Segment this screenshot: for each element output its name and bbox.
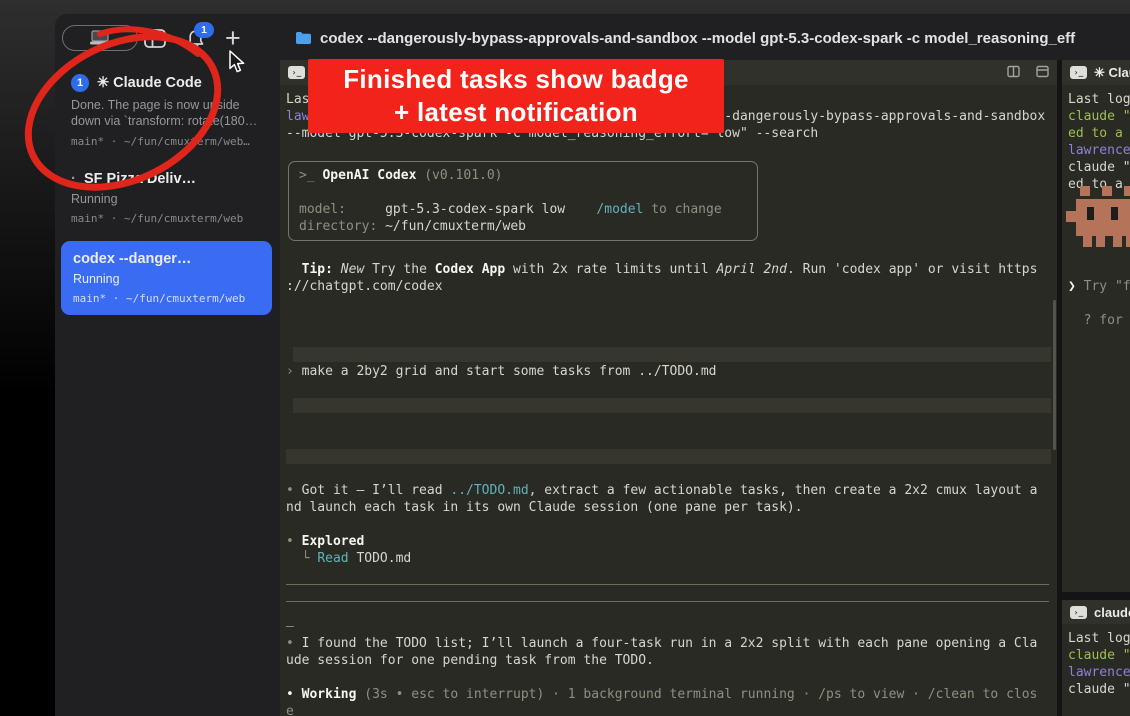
split-columns-icon <box>1007 65 1020 78</box>
notifications-button[interactable]: 1 <box>185 29 206 53</box>
window-title-group: codex --dangerously-bypass-approvals-and… <box>295 26 1130 50</box>
terminal-line: lawrencec <box>1068 142 1130 159</box>
right-bottom-terminal-output[interactable]: Last logiclaude "Alawrencecclaude "A <box>1062 624 1130 698</box>
terminal-line: ://chatgpt.com/codex <box>286 278 1057 295</box>
terminal-line <box>286 465 1057 482</box>
right-bottom-pane-header: ›_ claude <box>1062 600 1130 624</box>
terminal-line: ed to a l <box>1068 125 1130 142</box>
session-item-sf-pizza[interactable]: · SF Pizza Deliv… Running main* · ~/fun/… <box>57 164 278 231</box>
terminal-line: › make a 2by2 grid and start some tasks … <box>286 363 1057 380</box>
terminal-line: Tip: New Try the Codex App with 2x rate … <box>286 261 1057 278</box>
terminal-line: claude "A <box>1068 681 1130 698</box>
terminal-line <box>1068 261 1130 278</box>
terminal-line: ? for s <box>1068 312 1130 329</box>
terminal-line <box>286 414 1057 431</box>
main-terminal-output[interactable]: Laslaw -dangerously-bypass-approvals-and… <box>280 85 1057 716</box>
terminal-icon: ›_ <box>1070 606 1087 619</box>
terminal-line: model: gpt-5.3-codex-spark low /model to… <box>299 201 747 218</box>
terminal-line: Last logi <box>1068 91 1130 108</box>
session-status: Running <box>71 192 264 206</box>
sidebar-toggle-icon <box>144 29 166 48</box>
terminal-line: nd launch each task in its own Claude se… <box>286 499 1057 516</box>
terminal-separator <box>286 601 1049 618</box>
terminal-line: • I found the TODO list; I’ll launch a f… <box>286 635 1057 652</box>
terminal-line <box>286 567 1057 584</box>
terminal-line <box>286 142 1057 159</box>
session-meta: main* · ~/fun/cmuxterm/web <box>71 212 264 225</box>
window-title: codex --dangerously-bypass-approvals-and… <box>320 30 1075 47</box>
scrollbar-thumb[interactable] <box>1053 300 1056 450</box>
pane-title: ✳ Clau <box>1094 65 1130 81</box>
terminal-line <box>286 312 1057 329</box>
sidebar-toggle-button[interactable] <box>144 29 166 51</box>
session-title: ✳ Claude Code <box>97 75 202 91</box>
session-meta: main* · ~/fun/cmuxterm/web… <box>71 135 264 148</box>
terminal-line: directory: ~/fun/cmuxterm/web <box>299 218 747 235</box>
right-pane-column: ›_ ✳ Clau Last logiclaude "Wed to a llaw… <box>1062 60 1130 716</box>
right-bottom-terminal-pane: ›_ claude Last logiclaude "Alawrenceccla… <box>1062 600 1130 716</box>
session-title: SF Pizza Deliv… <box>84 171 196 187</box>
session-item-claude-code[interactable]: 1 ✳ Claude Code Done. The page is now up… <box>57 68 278 154</box>
terminal-line <box>1068 295 1130 312</box>
annotation-banner-line2: + latest notification <box>394 96 638 129</box>
terminal-line <box>286 431 1057 448</box>
terminal-line: ude session for one pending task from th… <box>286 652 1057 669</box>
split-columns-button[interactable] <box>1007 65 1020 81</box>
terminal-separator <box>286 584 1049 601</box>
split-rows-icon <box>1036 65 1049 78</box>
terminal-line <box>286 516 1057 533</box>
terminal-line <box>293 347 1051 362</box>
claude-mascot-icon <box>1066 186 1130 248</box>
terminal-line <box>286 329 1057 346</box>
session-item-codex-selected[interactable]: codex --danger… Running main* · ~/fun/cm… <box>61 241 272 315</box>
annotation-banner-line1: Finished tasks show badge <box>343 63 689 96</box>
session-notification-text: Done. The page is now upside down via `t… <box>71 97 267 129</box>
terminal-line <box>299 184 747 201</box>
right-top-terminal-pane: ›_ ✳ Clau Last logiclaude "Wed to a llaw… <box>1062 60 1130 592</box>
terminal-line: claude "W <box>1068 108 1130 125</box>
session-meta: main* · ~/fun/cmuxterm/web <box>73 292 260 305</box>
terminal-line: e <box>286 703 1057 716</box>
main-terminal-pane: ›_ Laslaw -dangerously-b <box>280 60 1057 716</box>
terminal-line: • Got it — I’ll read ../TODO.md, extract… <box>286 482 1057 499</box>
session-status-dot: · <box>71 170 76 187</box>
titlebar: 1 + codex --dangerously-bypass-approvals… <box>55 14 1130 60</box>
terminal-icon: ›_ <box>288 66 305 79</box>
notification-badge: 1 <box>194 22 214 38</box>
terminal-line <box>286 669 1057 686</box>
monitor-icon <box>89 30 111 46</box>
session-title: codex --danger… <box>73 251 191 267</box>
terminal-line <box>286 449 1051 464</box>
pane-title: claude <box>1094 605 1130 620</box>
session-unread-badge: 1 <box>71 74 89 92</box>
terminal-line <box>286 295 1057 312</box>
terminal-line <box>286 244 1057 261</box>
screen-button[interactable] <box>62 25 138 51</box>
terminal-line: └ Read TODO.md <box>286 550 1057 567</box>
new-session-button[interactable]: + <box>225 23 241 54</box>
terminal-line: claude "A <box>1068 647 1130 664</box>
terminal-line: >_ OpenAI Codex (v0.101.0) <box>299 167 747 184</box>
terminal-line: — <box>286 618 1057 635</box>
session-status: Running <box>73 272 260 286</box>
terminal-line: • Explored <box>286 533 1057 550</box>
annotation-banner: Finished tasks show badge + latest notif… <box>308 59 724 133</box>
sidebar: 1 ✳ Claude Code Done. The page is now up… <box>55 60 280 716</box>
terminal-line: Last logi <box>1068 630 1130 647</box>
terminal-line: • Working (3s • esc to interrupt) · 1 ba… <box>286 686 1057 703</box>
terminal-line: claude "W <box>1068 159 1130 176</box>
codex-welcome-box: >_ OpenAI Codex (v0.101.0) model: gpt-5.3… <box>288 161 758 241</box>
right-top-terminal-output[interactable]: Last logiclaude "Wed to a llawrencecclau… <box>1062 85 1130 592</box>
terminal-icon: ›_ <box>1070 66 1087 79</box>
right-top-pane-header: ›_ ✳ Clau <box>1062 60 1130 85</box>
folder-icon <box>295 31 312 45</box>
terminal-line <box>293 398 1051 413</box>
terminal-line <box>286 380 1057 397</box>
terminal-line: ❯ Try "f <box>1068 278 1130 295</box>
terminal-line: lawrencec <box>1068 664 1130 681</box>
pane-divider[interactable] <box>1062 592 1130 600</box>
split-rows-button[interactable] <box>1036 65 1049 81</box>
